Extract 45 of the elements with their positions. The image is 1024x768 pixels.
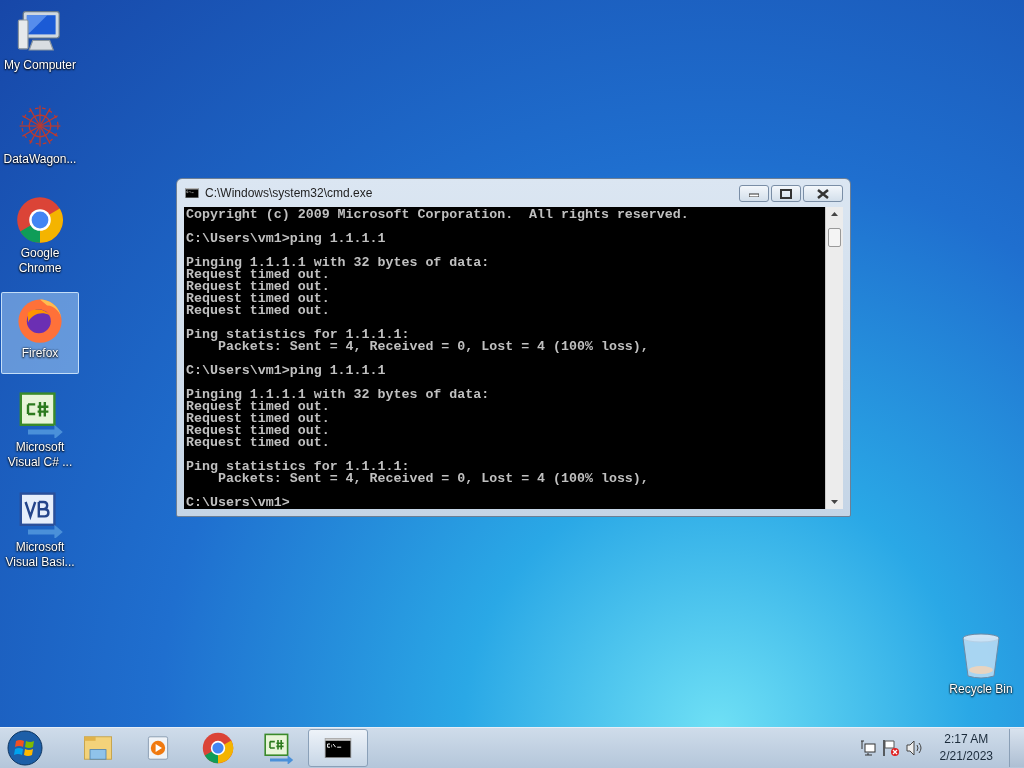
console-line: Packets: Sent = 4, Received = 0, Lost = 4 (100% loss),	[217, 473, 650, 485]
desktop-shortcut[interactable]: DataWagon...	[1, 98, 79, 180]
console-icon	[184, 185, 200, 201]
console-line: Request timed out.	[186, 305, 331, 317]
desktop-shortcut[interactable]: Google Chrome	[1, 192, 79, 280]
scrollbar-thumb[interactable]	[828, 228, 841, 247]
console-line: Ping statistics for 1.1.1.1:	[186, 461, 410, 473]
window-title: C:\Windows\system32\cmd.exe	[205, 186, 374, 200]
console-line: Request timed out.	[186, 293, 331, 305]
maximize-button[interactable]	[771, 185, 801, 202]
minimize-icon	[749, 190, 759, 197]
show-desktop-button[interactable]	[1009, 729, 1024, 767]
csharp-icon	[262, 732, 294, 764]
console-line: Request timed out.	[186, 269, 331, 281]
maximize-icon	[780, 188, 792, 199]
clock-date: 2/21/2023	[939, 748, 993, 765]
desktop-shortcut[interactable]: Microsoft Visual C# ...	[1, 386, 79, 474]
console-line: Ping statistics for 1.1.1.1:	[186, 329, 410, 341]
desktop-shortcut[interactable]: My Computer	[1, 4, 79, 86]
console-line: C:\Users\vm1>ping 1.1.1.1	[186, 233, 387, 245]
console-line: Request timed out.	[186, 281, 331, 293]
console-line: Pinging 1.1.1.1 with 32 bytes of data:	[186, 257, 491, 269]
console-line: Copyright (c) 2009 Microsoft Corporation. All rights reserved.	[186, 209, 690, 221]
console-line: Packets: Sent = 4, Received = 0, Lost = 4 (100% loss),	[217, 341, 650, 353]
console-line: Pinging 1.1.1.1 with 32 bytes of data:	[186, 389, 491, 401]
console-line: Request timed out.	[186, 401, 331, 413]
flag-icon	[881, 739, 900, 757]
taskbar-button[interactable]	[308, 729, 368, 767]
console-line: Request timed out.	[186, 425, 331, 437]
desktop-shortcut[interactable]: Microsoft Visual Basi...	[1, 486, 79, 574]
console-line: Request timed out.	[186, 413, 331, 425]
close-icon	[817, 188, 829, 199]
speaker-icon	[905, 740, 924, 756]
chrome-icon	[202, 732, 234, 764]
windows-orb-icon	[7, 730, 43, 766]
console-line: C:\Users\vm1>ping 1.1.1.1	[186, 365, 387, 377]
clock-time: 2:17 AM	[944, 731, 989, 748]
close-button[interactable]	[803, 185, 843, 202]
console-line: C:\Users\vm1>	[186, 497, 291, 509]
recycle-bin-icon	[959, 632, 1003, 680]
console-line: Request timed out.	[186, 437, 331, 449]
network-icon	[859, 740, 876, 756]
scrollbar[interactable]	[825, 207, 843, 509]
start-button[interactable]	[4, 729, 46, 767]
chrome-icon	[16, 196, 64, 244]
